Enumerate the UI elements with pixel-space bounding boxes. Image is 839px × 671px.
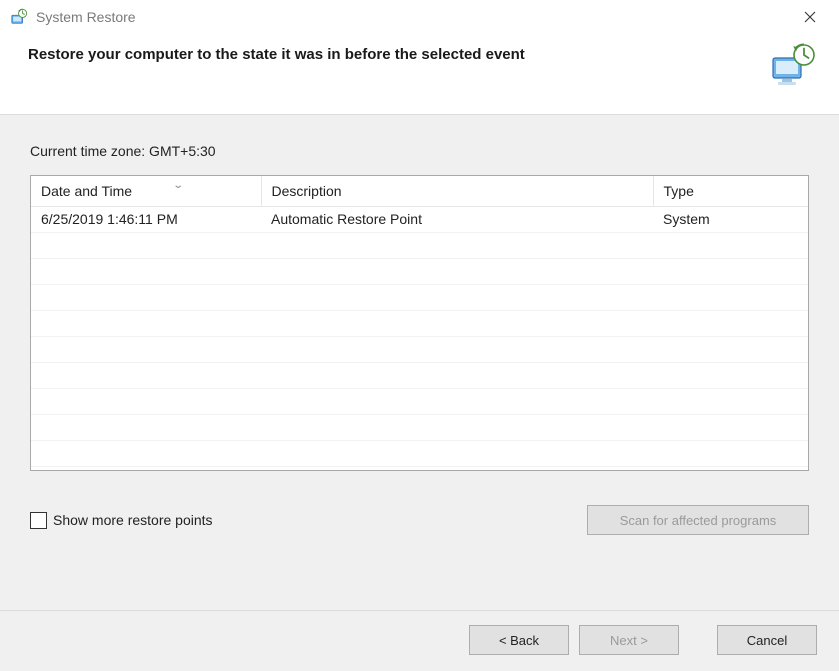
- cell-datetime: 6/25/2019 1:46:11 PM: [31, 206, 261, 232]
- wizard-body: Current time zone: GMT+5:30 Date and Tim…: [0, 115, 839, 610]
- scan-affected-button[interactable]: Scan for affected programs: [587, 505, 809, 535]
- table-row: .: [31, 414, 808, 440]
- table-row: .: [31, 336, 808, 362]
- close-button[interactable]: [787, 1, 833, 33]
- window-title: System Restore: [36, 9, 136, 25]
- wizard-footer: < Back Next > Cancel: [0, 610, 839, 671]
- back-button[interactable]: < Back: [469, 625, 569, 655]
- sort-descending-icon: ⌄: [172, 180, 184, 191]
- table-row: .: [31, 310, 808, 336]
- system-restore-wizard: System Restore Restore your computer to …: [0, 0, 839, 671]
- column-header-description[interactable]: Description: [261, 176, 653, 206]
- system-restore-icon: [10, 8, 28, 26]
- show-more-label[interactable]: Show more restore points: [53, 512, 213, 528]
- close-icon: [804, 11, 816, 23]
- restore-points-table[interactable]: Date and Time ⌄ Description Type 6/25/20…: [30, 175, 809, 471]
- restore-monitor-icon: [769, 42, 817, 90]
- show-more-checkbox[interactable]: [30, 512, 47, 529]
- cancel-button[interactable]: Cancel: [717, 625, 817, 655]
- table-row: .: [31, 362, 808, 388]
- show-more-checkbox-wrap[interactable]: Show more restore points: [30, 512, 213, 529]
- column-header-type[interactable]: Type: [653, 176, 808, 206]
- table-row: .: [31, 232, 808, 258]
- page-title: Restore your computer to the state it wa…: [28, 42, 525, 63]
- table-row: .: [31, 440, 808, 466]
- header-panel: Restore your computer to the state it wa…: [0, 34, 839, 115]
- timezone-label: Current time zone: GMT+5:30: [30, 143, 809, 159]
- cell-description: Automatic Restore Point: [261, 206, 653, 232]
- table-row: .: [31, 388, 808, 414]
- column-header-datetime[interactable]: Date and Time ⌄: [31, 176, 261, 206]
- titlebar: System Restore: [0, 0, 839, 34]
- table-row[interactable]: 6/25/2019 1:46:11 PM Automatic Restore P…: [31, 206, 808, 232]
- cell-type: System: [653, 206, 808, 232]
- table-row: .: [31, 258, 808, 284]
- table-row: .: [31, 284, 808, 310]
- under-table-row: Show more restore points Scan for affect…: [30, 505, 809, 535]
- next-button[interactable]: Next >: [579, 625, 679, 655]
